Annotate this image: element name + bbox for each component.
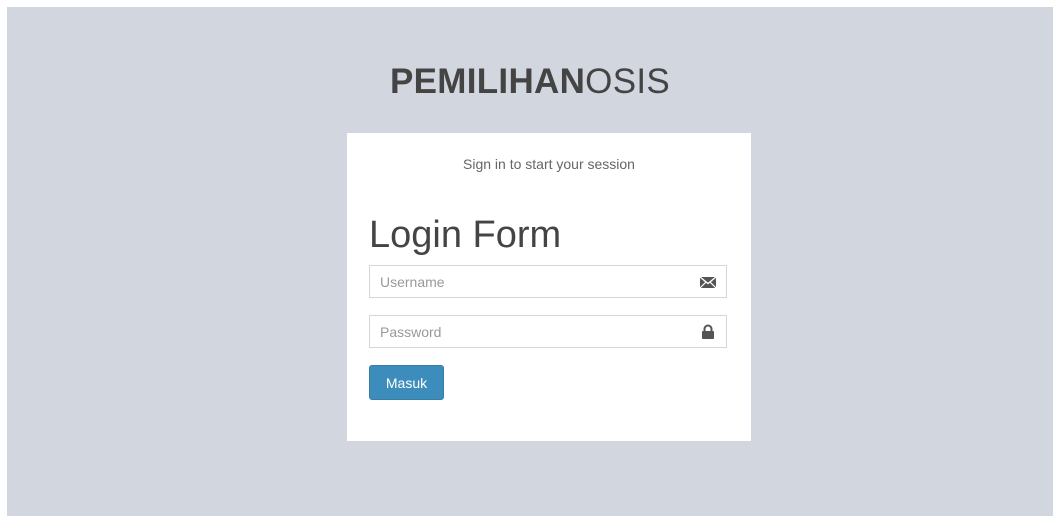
password-field-group <box>369 315 727 348</box>
login-box: Sign in to start your session Login Form <box>347 133 751 441</box>
envelope-icon <box>699 274 717 290</box>
logo-light-text: OSIS <box>585 62 671 101</box>
login-submit-button[interactable]: Masuk <box>369 365 444 400</box>
username-field-group <box>369 265 727 298</box>
app-logo: PEMILIHANOSIS <box>7 62 1053 102</box>
lock-icon <box>699 324 717 340</box>
logo-bold-text: PEMILIHAN <box>389 62 586 101</box>
login-box-message: Sign in to start your session <box>463 156 635 172</box>
form-title: Login Form <box>369 214 562 256</box>
login-page: PEMILIHANOSIS Sign in to start your sess… <box>7 7 1053 516</box>
password-input[interactable] <box>370 316 690 347</box>
username-input[interactable] <box>370 266 690 297</box>
